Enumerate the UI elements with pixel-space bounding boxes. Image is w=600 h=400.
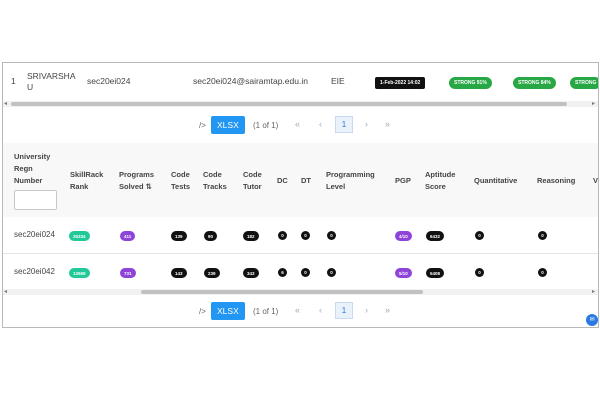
pgp-badge: 4/10 — [395, 231, 412, 241]
chat-icon[interactable]: ✉ — [586, 314, 598, 326]
paginator-bottom: /> XLSX (1 of 1) « ‹ 1 › » — [3, 299, 598, 325]
first-page-icon[interactable]: « — [295, 119, 300, 129]
col-rank-line: SkillRack — [70, 170, 104, 179]
reasoning-badge: 0 — [538, 268, 547, 277]
page-info: (1 of 1) — [253, 121, 279, 130]
student-name: SRIVARSHA U — [27, 71, 76, 92]
col-aptitude-line: Aptitude — [425, 170, 456, 179]
col-regn-line: Number — [14, 176, 43, 185]
col-dc[interactable]: DC — [277, 175, 288, 187]
programs-badge: 411 — [120, 231, 136, 241]
next-page-icon[interactable]: › — [365, 119, 368, 129]
code-tests-badge: 139 — [171, 231, 187, 241]
col-quantitative[interactable]: Quantitative — [474, 175, 517, 187]
department: EIE — [331, 76, 345, 86]
reasoning-badge: 0 — [538, 231, 547, 240]
col-code-tutor-line: Tutor — [243, 182, 262, 191]
export-prefix: /> — [199, 307, 206, 316]
regn-cell: sec20ei024 — [14, 230, 55, 239]
aptitude-badge: 6432 — [426, 231, 445, 241]
col-code-tutor[interactable]: Code Tutor — [243, 169, 262, 193]
regn-cell: sec20ei042 — [14, 267, 55, 276]
prev-page-icon[interactable]: ‹ — [319, 305, 322, 315]
programming-level-badge: 0 — [327, 231, 336, 240]
col-code-tests-line: Tests — [171, 182, 191, 191]
paginator-top: /> XLSX (1 of 1) « ‹ 1 › » — [3, 113, 598, 139]
dt-badge: 0 — [301, 268, 310, 277]
table-row: sec20ei042 12669 731 143 239 343 6 0 0 5… — [3, 253, 598, 289]
quantitative-badge: 0 — [475, 268, 484, 277]
student-email: sec20ei024@sairamtap.edu.in — [193, 76, 308, 86]
dt-badge: 0 — [301, 231, 310, 240]
prev-page-icon[interactable]: ‹ — [319, 119, 322, 129]
page-button[interactable]: 1 — [335, 116, 353, 133]
col-regn-line: Regn — [14, 164, 33, 173]
last-page-icon[interactable]: » — [385, 119, 390, 129]
col-programming-level-line: Programming — [326, 170, 375, 179]
scroll-right-icon[interactable]: ▸ — [592, 100, 595, 107]
col-code-tracks[interactable]: Code Tracks — [203, 169, 227, 193]
code-tutor-badge: 182 — [243, 231, 259, 241]
top-table-row: 1 SRIVARSHA U sec20ei024 sec20ei024@sair… — [3, 63, 598, 99]
regn-number: sec20ei024 — [87, 76, 131, 86]
col-aptitude[interactable]: Aptitude Score — [425, 169, 455, 193]
dc-badge: 6 — [278, 268, 287, 277]
col-programs[interactable]: Programs Solved ⇅ — [119, 169, 154, 193]
rank-badge: 26334 — [69, 231, 90, 241]
col-aptitude-line: Score — [425, 182, 446, 191]
col-rank[interactable]: SkillRack Rank — [70, 169, 103, 193]
scroll-left-icon[interactable]: ◂ — [4, 100, 7, 107]
export-xlsx-button[interactable]: XLSX — [211, 116, 245, 134]
col-programming-level-line: Level — [326, 182, 346, 191]
table-row: sec20ei024 26334 411 139 90 182 0 0 0 4/… — [3, 217, 598, 253]
code-tracks-badge: 90 — [204, 231, 218, 241]
horizontal-scrollbar[interactable]: ◂ ▸ — [3, 101, 598, 107]
col-programs-line: Solved ⇅ — [119, 182, 152, 191]
col-pgp[interactable]: PGP — [395, 175, 411, 187]
col-rank-line: Rank — [70, 182, 89, 191]
export-prefix: /> — [199, 121, 206, 130]
dc-badge: 0 — [278, 231, 287, 240]
regn-filter-input[interactable] — [14, 190, 57, 210]
page-info: (1 of 1) — [253, 307, 279, 316]
rank-badge: 12669 — [69, 268, 90, 278]
col-code-tests[interactable]: Code Tests — [171, 169, 190, 193]
col-code-tutor-line: Code — [243, 170, 262, 179]
results-panel: 1 SRIVARSHA U sec20ei024 sec20ei024@sair… — [2, 62, 599, 328]
page-button[interactable]: 1 — [335, 302, 353, 319]
strong-badge: STRONG 91% — [449, 77, 492, 89]
code-tutor-badge: 343 — [243, 268, 259, 278]
strong-badge: STRONG 84% — [513, 77, 556, 89]
last-page-icon[interactable]: » — [385, 305, 390, 315]
col-reasoning[interactable]: Reasoning — [537, 175, 575, 187]
scroll-right-icon[interactable]: ▸ — [592, 288, 595, 295]
programs-badge: 731 — [120, 268, 136, 278]
scroll-left-icon[interactable]: ◂ — [4, 288, 7, 295]
col-code-tests-line: Code — [171, 170, 190, 179]
strong-badge: STRONG — [570, 77, 598, 89]
date-badge: 1-Feb-2022 14:02 — [375, 77, 426, 89]
next-page-icon[interactable]: › — [365, 305, 368, 315]
row-index: 1 — [11, 76, 16, 86]
programming-level-badge: 0 — [327, 268, 336, 277]
code-tests-badge: 143 — [171, 268, 187, 278]
first-page-icon[interactable]: « — [295, 305, 300, 315]
aptitude-badge: 5408 — [426, 268, 445, 278]
col-programs-line: Programs — [119, 170, 155, 179]
col-regn-line: University — [14, 152, 51, 161]
export-xlsx-button[interactable]: XLSX — [211, 302, 245, 320]
col-programming-level[interactable]: Programming Level — [326, 169, 375, 193]
col-dt[interactable]: DT — [301, 175, 311, 187]
horizontal-scrollbar[interactable]: ◂ ▸ — [3, 289, 598, 295]
col-more[interactable]: V — [593, 175, 598, 187]
quantitative-badge: 0 — [475, 231, 484, 240]
col-regn: University Regn Number — [14, 151, 50, 187]
pgp-badge: 5/10 — [395, 268, 412, 278]
code-tracks-badge: 239 — [204, 268, 220, 278]
col-code-tracks-line: Tracks — [203, 182, 227, 191]
col-code-tracks-line: Code — [203, 170, 222, 179]
scrollbar-thumb[interactable] — [11, 102, 567, 106]
scrollbar-thumb[interactable] — [141, 290, 423, 294]
